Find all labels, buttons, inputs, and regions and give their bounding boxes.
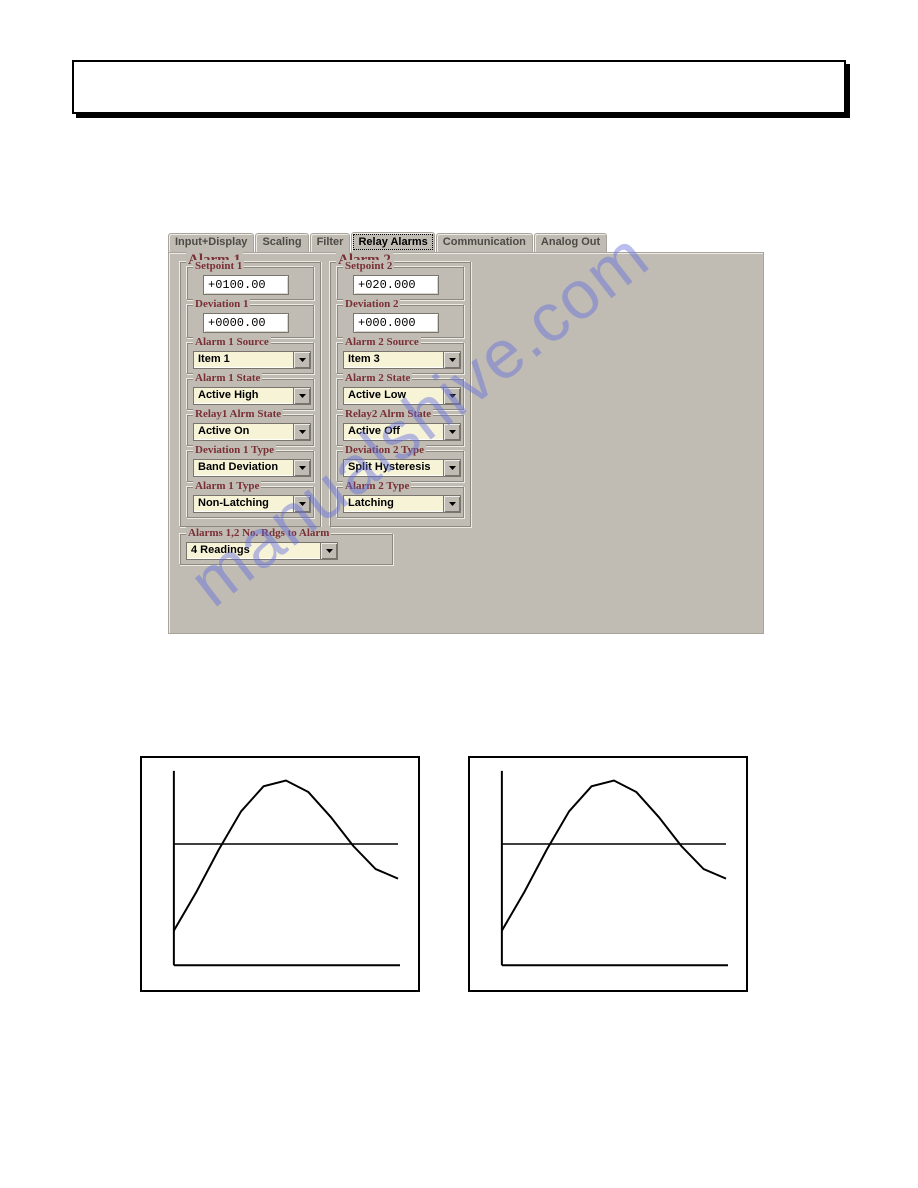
setpoint2-label: Setpoint 2 bbox=[343, 260, 394, 272]
alarm1-source-select[interactable]: Item 1 bbox=[193, 351, 311, 369]
alarm1-source-label: Alarm 1 Source bbox=[193, 336, 271, 348]
deviation2-type-select[interactable]: Split Hysteresis bbox=[343, 459, 461, 477]
chart-left-plot bbox=[158, 768, 402, 974]
alarm2-type-label: Alarm 2 Type bbox=[343, 480, 411, 492]
relay1-state-select[interactable]: Active On bbox=[193, 423, 311, 441]
chevron-down-icon[interactable] bbox=[443, 352, 460, 368]
readings-select[interactable]: 4 Readings bbox=[186, 542, 338, 560]
relay2-state-label: Relay2 Alrm State bbox=[343, 408, 433, 420]
deviation1-input[interactable]: +0000.00 bbox=[203, 313, 289, 333]
alarm2-source-label: Alarm 2 Source bbox=[343, 336, 421, 348]
tab-input-display[interactable]: Input+Display bbox=[168, 233, 254, 253]
deviation1-type-label: Deviation 1 Type bbox=[193, 444, 276, 456]
tab-filter[interactable]: Filter bbox=[310, 233, 351, 253]
alarm1-state-select[interactable]: Active High bbox=[193, 387, 311, 405]
chevron-down-icon[interactable] bbox=[293, 352, 310, 368]
relay1-state-group: Relay1 Alrm State Active On bbox=[186, 414, 314, 446]
deviation2-input[interactable]: +000.000 bbox=[353, 313, 439, 333]
tab-communication[interactable]: Communication bbox=[436, 233, 533, 253]
deviation2-label: Deviation 2 bbox=[343, 298, 400, 310]
deviation1-type-value: Band Deviation bbox=[194, 460, 293, 476]
charts-row bbox=[140, 756, 748, 992]
readings-group: Alarms 1,2 No. Rdgs to Alarm 4 Readings bbox=[179, 533, 393, 565]
setpoint1-label: Setpoint 1 bbox=[193, 260, 244, 272]
chart-right-plot bbox=[486, 768, 730, 974]
deviation2-type-group: Deviation 2 Type Split Hysteresis bbox=[336, 450, 464, 482]
alarm2-state-select[interactable]: Active Low bbox=[343, 387, 461, 405]
chart-right bbox=[468, 756, 748, 992]
alarm2-source-group: Alarm 2 Source Item 3 bbox=[336, 342, 464, 374]
alarm2-type-group: Alarm 2 Type Latching bbox=[336, 486, 464, 518]
chevron-down-icon[interactable] bbox=[293, 388, 310, 404]
chevron-down-icon[interactable] bbox=[443, 424, 460, 440]
chevron-down-icon[interactable] bbox=[293, 424, 310, 440]
setpoint2-group: Setpoint 2 +020.000 bbox=[336, 266, 464, 300]
tab-relay-alarms[interactable]: Relay Alarms bbox=[351, 232, 434, 252]
deviation1-label: Deviation 1 bbox=[193, 298, 250, 310]
deviation2-type-label: Deviation 2 Type bbox=[343, 444, 426, 456]
deviation1-type-select[interactable]: Band Deviation bbox=[193, 459, 311, 477]
setpoint1-input[interactable]: +0100.00 bbox=[203, 275, 289, 295]
alarm1-state-label: Alarm 1 State bbox=[193, 372, 262, 384]
alarm1-state-value: Active High bbox=[194, 388, 293, 404]
relay2-state-value: Active Off bbox=[344, 424, 443, 440]
alarm2-source-select[interactable]: Item 3 bbox=[343, 351, 461, 369]
alarm2-type-value: Latching bbox=[344, 496, 443, 512]
alarm1-type-label: Alarm 1 Type bbox=[193, 480, 261, 492]
tab-scaling[interactable]: Scaling bbox=[255, 233, 308, 253]
deviation2-group: Deviation 2 +000.000 bbox=[336, 304, 464, 338]
readings-label: Alarms 1,2 No. Rdgs to Alarm bbox=[186, 527, 331, 539]
alarm2-state-label: Alarm 2 State bbox=[343, 372, 412, 384]
alarm1-type-value: Non-Latching bbox=[194, 496, 293, 512]
setpoint2-input[interactable]: +020.000 bbox=[353, 275, 439, 295]
setpoint1-group: Setpoint 1 +0100.00 bbox=[186, 266, 314, 300]
relay2-state-group: Relay2 Alrm State Active Off bbox=[336, 414, 464, 446]
readings-value: 4 Readings bbox=[187, 543, 320, 559]
alarm1-source-group: Alarm 1 Source Item 1 bbox=[186, 342, 314, 374]
tab-analog-out[interactable]: Analog Out bbox=[534, 233, 607, 253]
chevron-down-icon[interactable] bbox=[293, 460, 310, 476]
chart-left bbox=[140, 756, 420, 992]
chevron-down-icon[interactable] bbox=[443, 388, 460, 404]
relay1-state-label: Relay1 Alrm State bbox=[193, 408, 283, 420]
chevron-down-icon[interactable] bbox=[443, 460, 460, 476]
alarm2-type-select[interactable]: Latching bbox=[343, 495, 461, 513]
relay2-state-select[interactable]: Active Off bbox=[343, 423, 461, 441]
alarm1-source-value: Item 1 bbox=[194, 352, 293, 368]
chevron-down-icon[interactable] bbox=[293, 496, 310, 512]
tab-strip: Input+Display Scaling Filter Relay Alarm… bbox=[168, 232, 764, 252]
alarm2-state-group: Alarm 2 State Active Low bbox=[336, 378, 464, 410]
tab-panel: Alarm 1 Setpoint 1 +0100.00 Deviation 1 … bbox=[168, 252, 764, 634]
alarm1-state-group: Alarm 1 State Active High bbox=[186, 378, 314, 410]
alarm1-type-select[interactable]: Non-Latching bbox=[193, 495, 311, 513]
deviation1-type-group: Deviation 1 Type Band Deviation bbox=[186, 450, 314, 482]
alarm1-group: Alarm 1 Setpoint 1 +0100.00 Deviation 1 … bbox=[179, 261, 321, 527]
header-box bbox=[72, 60, 846, 114]
relay1-state-value: Active On bbox=[194, 424, 293, 440]
relay-alarms-window: Input+Display Scaling Filter Relay Alarm… bbox=[168, 232, 764, 634]
deviation1-group: Deviation 1 +0000.00 bbox=[186, 304, 314, 338]
alarm1-type-group: Alarm 1 Type Non-Latching bbox=[186, 486, 314, 518]
chevron-down-icon[interactable] bbox=[443, 496, 460, 512]
alarm2-state-value: Active Low bbox=[344, 388, 443, 404]
alarm2-source-value: Item 3 bbox=[344, 352, 443, 368]
chevron-down-icon[interactable] bbox=[320, 543, 337, 559]
deviation2-type-value: Split Hysteresis bbox=[344, 460, 443, 476]
alarm2-group: Alarm 2 Setpoint 2 +020.000 Deviation 2 … bbox=[329, 261, 471, 527]
